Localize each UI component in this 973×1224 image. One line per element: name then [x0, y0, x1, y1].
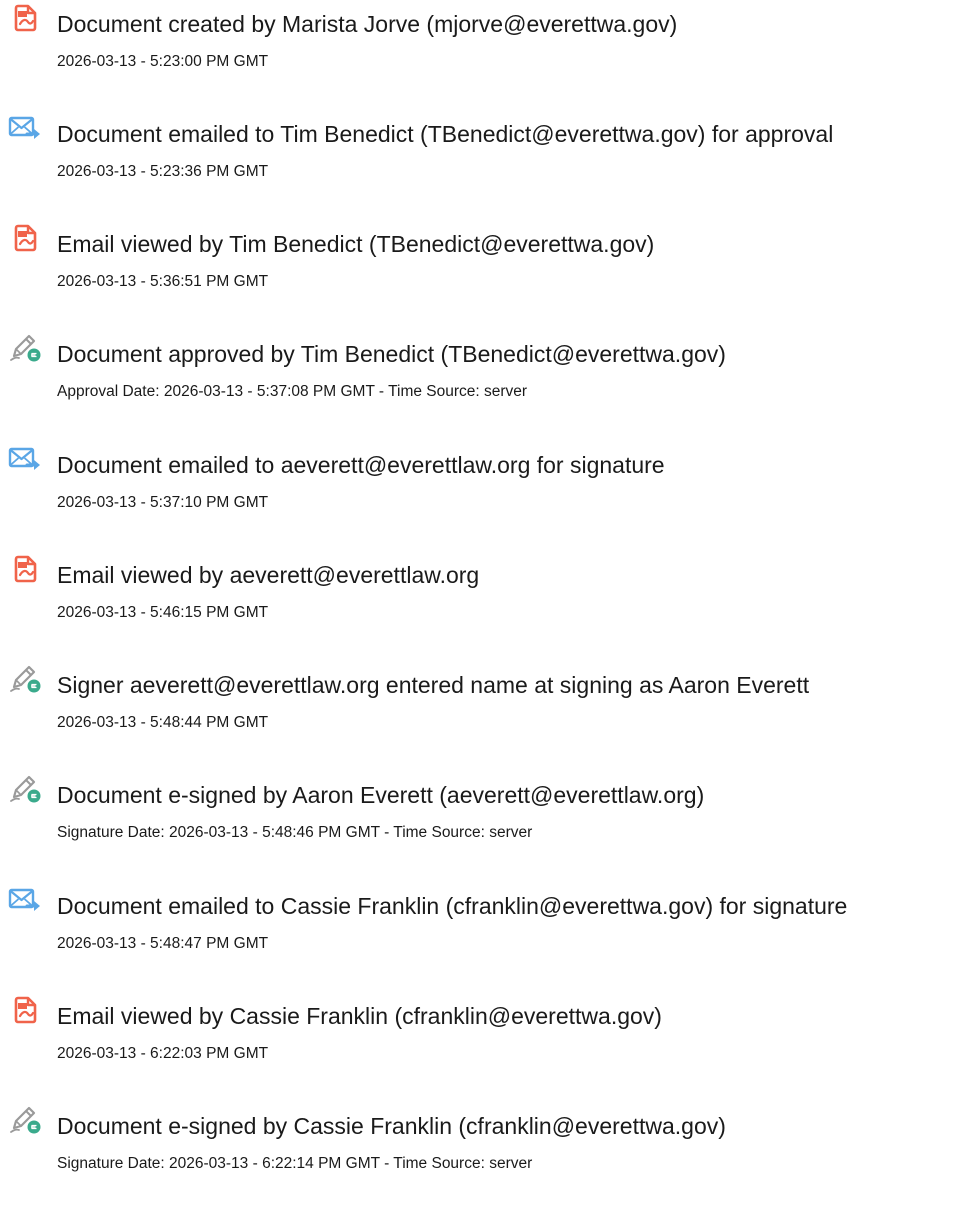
log-entry-timestamp: 2026-03-13 - 6:22:03 PM GMT [57, 1045, 269, 1062]
log-entry: Email viewed by Tim Benedict (TBenedict@… [0, 220, 973, 320]
log-entry: Document approved by Tim Benedict (TBene… [0, 330, 973, 430]
log-entry-title: Email viewed by Cassie Franklin (cfrankl… [57, 1003, 662, 1029]
log-entry-title: Document e-signed by Aaron Everett (aeve… [57, 782, 705, 808]
log-entry-title: Signer aeverett@everettlaw.org entered n… [57, 672, 810, 698]
log-entry-title: Document e-signed by Cassie Franklin (cf… [57, 1113, 726, 1139]
log-entry-timestamp: 2026-03-13 - 5:23:36 PM GMT [57, 163, 269, 180]
log-entry: Document emailed to Cassie Franklin (cfr… [0, 882, 973, 982]
document-icon [8, 994, 44, 1026]
log-entry-timestamp: 2026-03-13 - 5:48:44 PM GMT [57, 714, 269, 731]
document-icon [8, 553, 44, 585]
log-entry-timestamp: 2026-03-13 - 5:37:10 PM GMT [57, 494, 269, 511]
email-icon [8, 884, 44, 916]
esign-pen-icon [8, 332, 44, 364]
log-entry-timestamp: 2026-03-13 - 5:46:15 PM GMT [57, 604, 269, 621]
log-entry-title: Document emailed to Cassie Franklin (cfr… [57, 893, 848, 919]
log-entry: Email viewed by Cassie Franklin (cfrankl… [0, 992, 973, 1092]
log-entry-title: Document emailed to Tim Benedict (TBened… [57, 121, 834, 147]
document-icon [8, 2, 44, 34]
log-entry-title: Document approved by Tim Benedict (TBene… [57, 341, 726, 367]
log-entry-title: Email viewed by Tim Benedict (TBenedict@… [57, 231, 655, 257]
log-entry: Document emailed to Tim Benedict (TBened… [0, 110, 973, 210]
log-entry-title: Document emailed to aeverett@everettlaw.… [57, 452, 665, 478]
log-entry: Document e-signed by Aaron Everett (aeve… [0, 771, 973, 871]
email-icon [8, 443, 44, 475]
esign-pen-icon [8, 663, 44, 695]
document-icon [8, 222, 44, 254]
log-entry: Document e-signed by Cassie Franklin (cf… [0, 1102, 973, 1202]
esign-pen-icon [8, 773, 44, 805]
email-icon [8, 112, 44, 144]
log-entry-timestamp: 2026-03-13 - 5:23:00 PM GMT [57, 53, 269, 70]
log-entry-title: Document created by Marista Jorve (mjorv… [57, 11, 678, 37]
log-entry: Email viewed by aeverett@everettlaw.org 2… [0, 551, 973, 651]
log-entry: Document created by Marista Jorve (mjorv… [0, 0, 973, 100]
log-entry-timestamp: 2026-03-13 - 5:48:47 PM GMT [57, 935, 269, 952]
log-entry-title: Email viewed by aeverett@everettlaw.org [57, 562, 480, 588]
log-entry: Document emailed to aeverett@everettlaw.… [0, 441, 973, 541]
log-entry-timestamp: Approval Date: 2026-03-13 - 5:37:08 PM G… [57, 383, 528, 400]
esign-pen-icon [8, 1104, 44, 1136]
log-entry-timestamp: Signature Date: 2026-03-13 - 5:48:46 PM … [57, 824, 533, 841]
log-entry-timestamp: 2026-03-13 - 5:36:51 PM GMT [57, 273, 269, 290]
log-entry: Signer aeverett@everettlaw.org entered n… [0, 661, 973, 761]
log-entry-timestamp: Signature Date: 2026-03-13 - 6:22:14 PM … [57, 1155, 533, 1172]
